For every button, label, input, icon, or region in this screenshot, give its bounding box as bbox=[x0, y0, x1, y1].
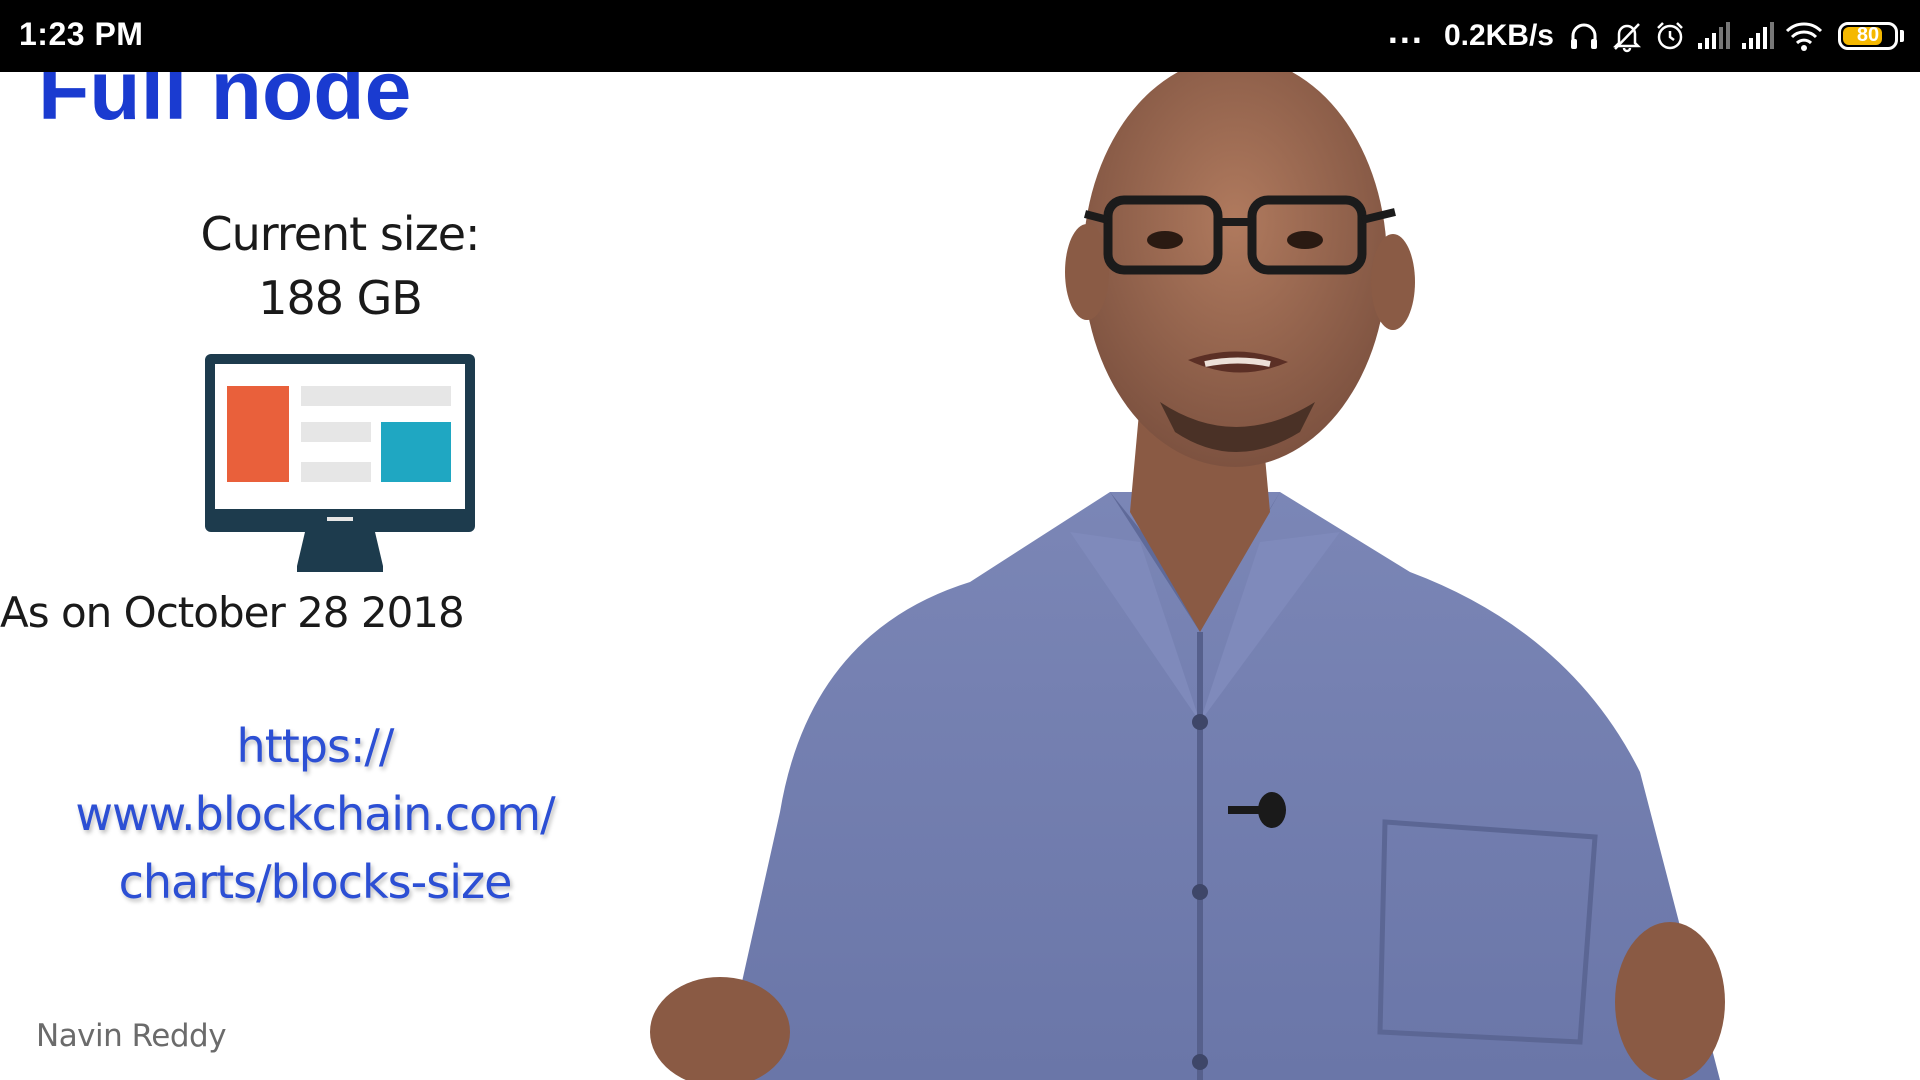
url-line-2[interactable]: www.blockchain.com/ bbox=[40, 780, 590, 848]
desktop-monitor-icon bbox=[205, 354, 475, 583]
slide-title: Full node bbox=[38, 72, 412, 137]
date-text: As on October 28 2018 bbox=[0, 588, 465, 637]
headset-icon bbox=[1568, 20, 1600, 52]
source-url[interactable]: https:// www.blockchain.com/ charts/bloc… bbox=[40, 712, 590, 916]
status-time: 1:23 PM bbox=[19, 16, 144, 52]
url-line-3[interactable]: charts/blocks-size bbox=[40, 848, 590, 916]
size-label: Current size: bbox=[200, 207, 480, 261]
signal-1-icon bbox=[1696, 21, 1730, 51]
notifications-off-icon bbox=[1610, 19, 1644, 53]
status-right-group: ... 0.2KB/s 80 bbox=[1388, 0, 1904, 72]
size-block: Current size: 188 GB bbox=[150, 202, 530, 330]
author-watermark: Navin Reddy bbox=[36, 1018, 227, 1054]
battery-tip bbox=[1900, 30, 1904, 42]
wifi-icon bbox=[1784, 20, 1824, 52]
video-frame[interactable]: Full node Current size: 188 GB As on Oct… bbox=[0, 72, 1920, 1080]
alarm-icon bbox=[1654, 20, 1686, 52]
url-line-1[interactable]: https:// bbox=[40, 712, 590, 780]
status-bar: 1:23 PM ... 0.2KB/s 80 bbox=[0, 0, 1920, 72]
presenter-video bbox=[650, 72, 1725, 1080]
more-notifications-icon: ... bbox=[1387, 10, 1424, 51]
size-value: 188 GB bbox=[258, 271, 423, 325]
signal-2-icon bbox=[1740, 21, 1774, 51]
battery-label: 80 bbox=[1856, 24, 1880, 46]
battery-icon: 80 bbox=[1838, 22, 1898, 50]
network-speed: 0.2KB/s bbox=[1443, 19, 1554, 52]
